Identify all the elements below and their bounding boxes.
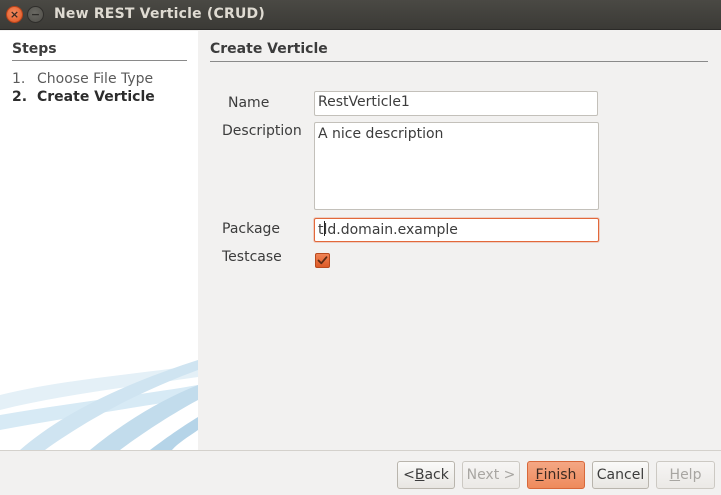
help-button-mnemonic: H <box>669 467 681 483</box>
minimize-icon[interactable]: − <box>27 6 44 23</box>
window-title: New REST Verticle (CRUD) <box>54 6 265 22</box>
step-item-choose-file-type: 1. Choose File Type <box>12 71 153 87</box>
help-button[interactable]: Help <box>656 461 715 489</box>
package-label: Package <box>222 221 281 237</box>
window-titlebar: × − New REST Verticle (CRUD) <box>0 0 721 30</box>
back-button-rest: ack <box>424 467 449 483</box>
back-button[interactable]: < Back <box>397 461 455 489</box>
finish-button[interactable]: Finish <box>527 461 585 489</box>
package-value-end: ld.domain.example <box>323 222 458 238</box>
step-number: 2. <box>12 89 28 105</box>
step-item-create-verticle: 2. Create Verticle <box>12 89 155 105</box>
next-button[interactable]: Next > <box>462 461 520 489</box>
help-button-rest: elp <box>680 467 702 483</box>
step-label: Create Verticle <box>37 89 155 105</box>
testcase-checkbox[interactable] <box>315 253 330 268</box>
step-label: Choose File Type <box>37 71 154 87</box>
description-textarea[interactable]: A nice description <box>314 122 599 210</box>
decorative-swoosh-graphic <box>0 360 198 450</box>
back-button-mnemonic: B <box>414 467 425 483</box>
description-label: Description <box>222 123 302 139</box>
name-label: Name <box>228 95 270 111</box>
steps-heading: Steps <box>12 41 187 61</box>
cancel-button[interactable]: Cancel <box>592 461 649 489</box>
steps-panel: Steps 1. Choose File Type 2. Create Vertic… <box>0 31 198 450</box>
step-number: 1. <box>12 71 26 87</box>
package-input[interactable]: tld.domain.example <box>314 218 599 242</box>
back-button-prefix: < <box>403 467 415 483</box>
finish-button-mnemonic: F <box>535 467 544 483</box>
name-input[interactable]: RestVerticle1 <box>314 91 598 116</box>
page-title: Create Verticle <box>210 41 708 62</box>
finish-button-rest: inish <box>543 467 577 483</box>
close-icon[interactable]: × <box>6 6 23 23</box>
testcase-label: Testcase <box>222 249 282 265</box>
checkmark-icon <box>317 256 328 265</box>
